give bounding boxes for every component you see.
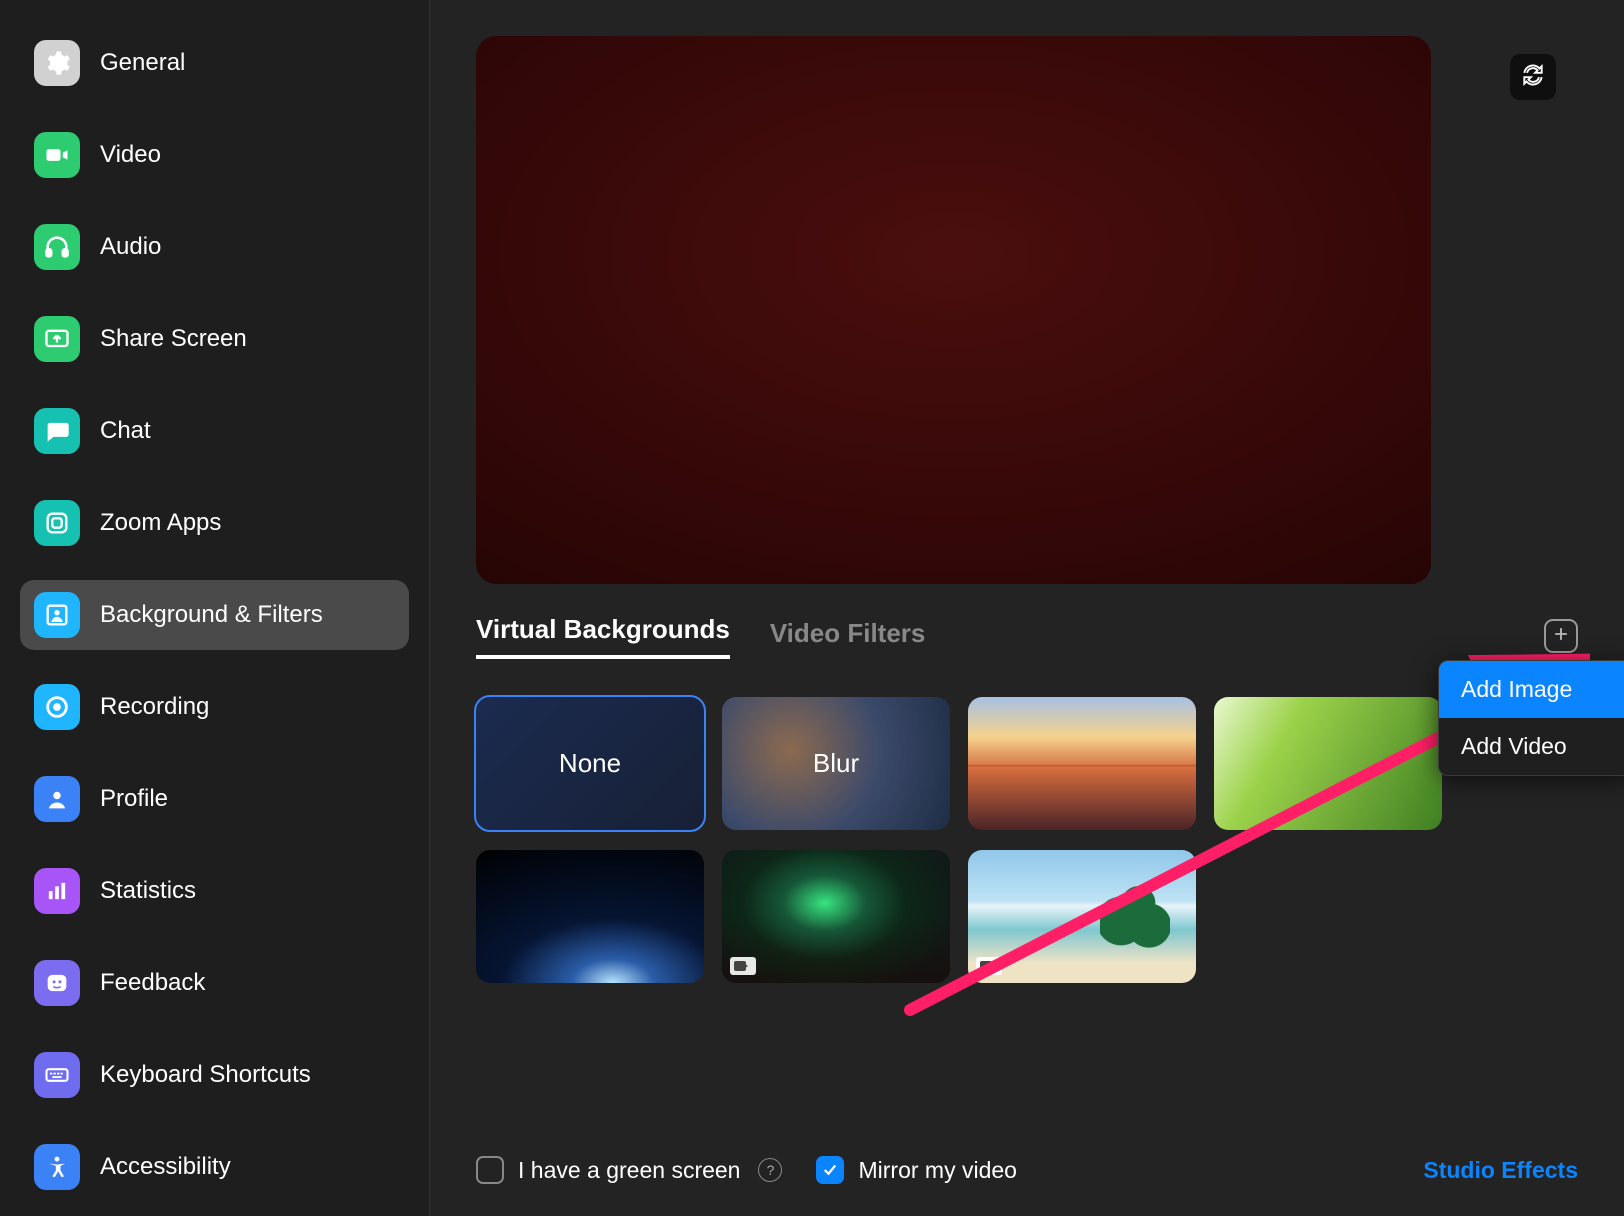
feedback-icon [34, 960, 80, 1006]
sidebar-item-video[interactable]: Video [20, 120, 409, 190]
video-preview [476, 36, 1431, 584]
green-screen-option[interactable]: I have a green screen ? [476, 1156, 782, 1184]
video-preview-wrap [476, 36, 1578, 584]
background-tabs: Virtual Backgrounds Video Filters [476, 614, 1578, 659]
record-icon [34, 684, 80, 730]
background-option-bridge[interactable] [968, 697, 1196, 830]
sidebar-item-label: Share Screen [100, 325, 247, 353]
background-option-none[interactable]: None [476, 697, 704, 830]
green-screen-label: I have a green screen ? [518, 1157, 782, 1184]
background-icon [34, 592, 80, 638]
mirror-video-label: Mirror my video [858, 1157, 1016, 1184]
sidebar-item-chat[interactable]: Chat [20, 396, 409, 466]
mirror-video-checkbox[interactable] [816, 1156, 844, 1184]
sidebar-item-label: Video [100, 141, 161, 169]
video-icon [976, 957, 1002, 975]
profile-icon [34, 776, 80, 822]
headphones-icon [34, 224, 80, 270]
video-icon [730, 957, 756, 975]
sidebar-item-zoom-apps[interactable]: Zoom Apps [20, 488, 409, 558]
settings-window: General Video Audio Share Screen Chat [0, 0, 1624, 1216]
background-option-label: None [559, 748, 621, 779]
sidebar-item-profile[interactable]: Profile [20, 764, 409, 834]
sidebar-item-label: Recording [100, 693, 209, 721]
sidebar-item-label: Keyboard Shortcuts [100, 1061, 311, 1089]
settings-sidebar: General Video Audio Share Screen Chat [0, 0, 430, 1216]
camera-icon [34, 132, 80, 178]
rotate-icon [1520, 62, 1546, 93]
tab-virtual-backgrounds[interactable]: Virtual Backgrounds [476, 614, 730, 659]
statistics-icon [34, 868, 80, 914]
sidebar-item-feedback[interactable]: Feedback [20, 948, 409, 1018]
sidebar-item-label: General [100, 49, 185, 77]
sidebar-item-background-filters[interactable]: Background & Filters [20, 580, 409, 650]
sidebar-item-label: Statistics [100, 877, 196, 905]
mirror-video-option[interactable]: Mirror my video [816, 1156, 1016, 1184]
sidebar-item-label: Zoom Apps [100, 509, 221, 537]
main-panel: Virtual Backgrounds Video Filters None B… [430, 0, 1624, 1216]
share-screen-icon [34, 316, 80, 362]
sidebar-item-statistics[interactable]: Statistics [20, 856, 409, 926]
sidebar-item-recording[interactable]: Recording [20, 672, 409, 742]
sidebar-item-audio[interactable]: Audio [20, 212, 409, 282]
sidebar-item-label: Background & Filters [100, 601, 323, 629]
background-option-aurora[interactable] [722, 850, 950, 983]
men -item-add-video[interactable]: Add Video [1439, 718, 1624, 775]
background-option-grass[interactable] [1214, 697, 1442, 830]
apps-icon [34, 500, 80, 546]
add-background-button[interactable] [1544, 619, 1578, 653]
sidebar-item-general[interactable]: General [20, 28, 409, 98]
keyboard-icon [34, 1052, 80, 1098]
plus-icon [1551, 624, 1571, 648]
sidebar-item-label: Feedback [100, 969, 205, 997]
background-option-label: Blur [813, 748, 859, 779]
gear-icon [34, 40, 80, 86]
studio-effects-link[interactable]: Studio Effects [1423, 1157, 1578, 1184]
sidebar-item-label: Accessibility [100, 1153, 231, 1181]
accessibility-icon [34, 1144, 80, 1190]
sidebar-item-label: Chat [100, 417, 151, 445]
background-grid: None Blur [476, 697, 1578, 983]
sidebar-item-accessibility[interactable]: Accessibility [20, 1132, 409, 1202]
green-screen-label-text: I have a green screen [518, 1157, 740, 1184]
background-option-earth[interactable] [476, 850, 704, 983]
chat-icon [34, 408, 80, 454]
sidebar-item-keyboard-shortcuts[interactable]: Keyboard Shortcuts [20, 1040, 409, 1110]
sidebar-item-share-screen[interactable]: Share Screen [20, 304, 409, 374]
sidebar-item-label: Profile [100, 785, 168, 813]
bottom-options-row: I have a green screen ? Mirror my video … [476, 1156, 1578, 1184]
tab-video-filters[interactable]: Video Filters [770, 618, 926, 659]
menu-item-add-image[interactable]: Add Image [1439, 661, 1624, 718]
green-screen-checkbox[interactable] [476, 1156, 504, 1184]
background-option-blur[interactable]: Blur [722, 697, 950, 830]
background-option-beach[interactable] [968, 850, 1196, 983]
sidebar-item-label: Audio [100, 233, 161, 261]
help-icon[interactable]: ? [758, 1158, 782, 1182]
add-background-menu: Add Image Add Video [1438, 660, 1624, 776]
rotate-camera-button[interactable] [1510, 54, 1556, 100]
